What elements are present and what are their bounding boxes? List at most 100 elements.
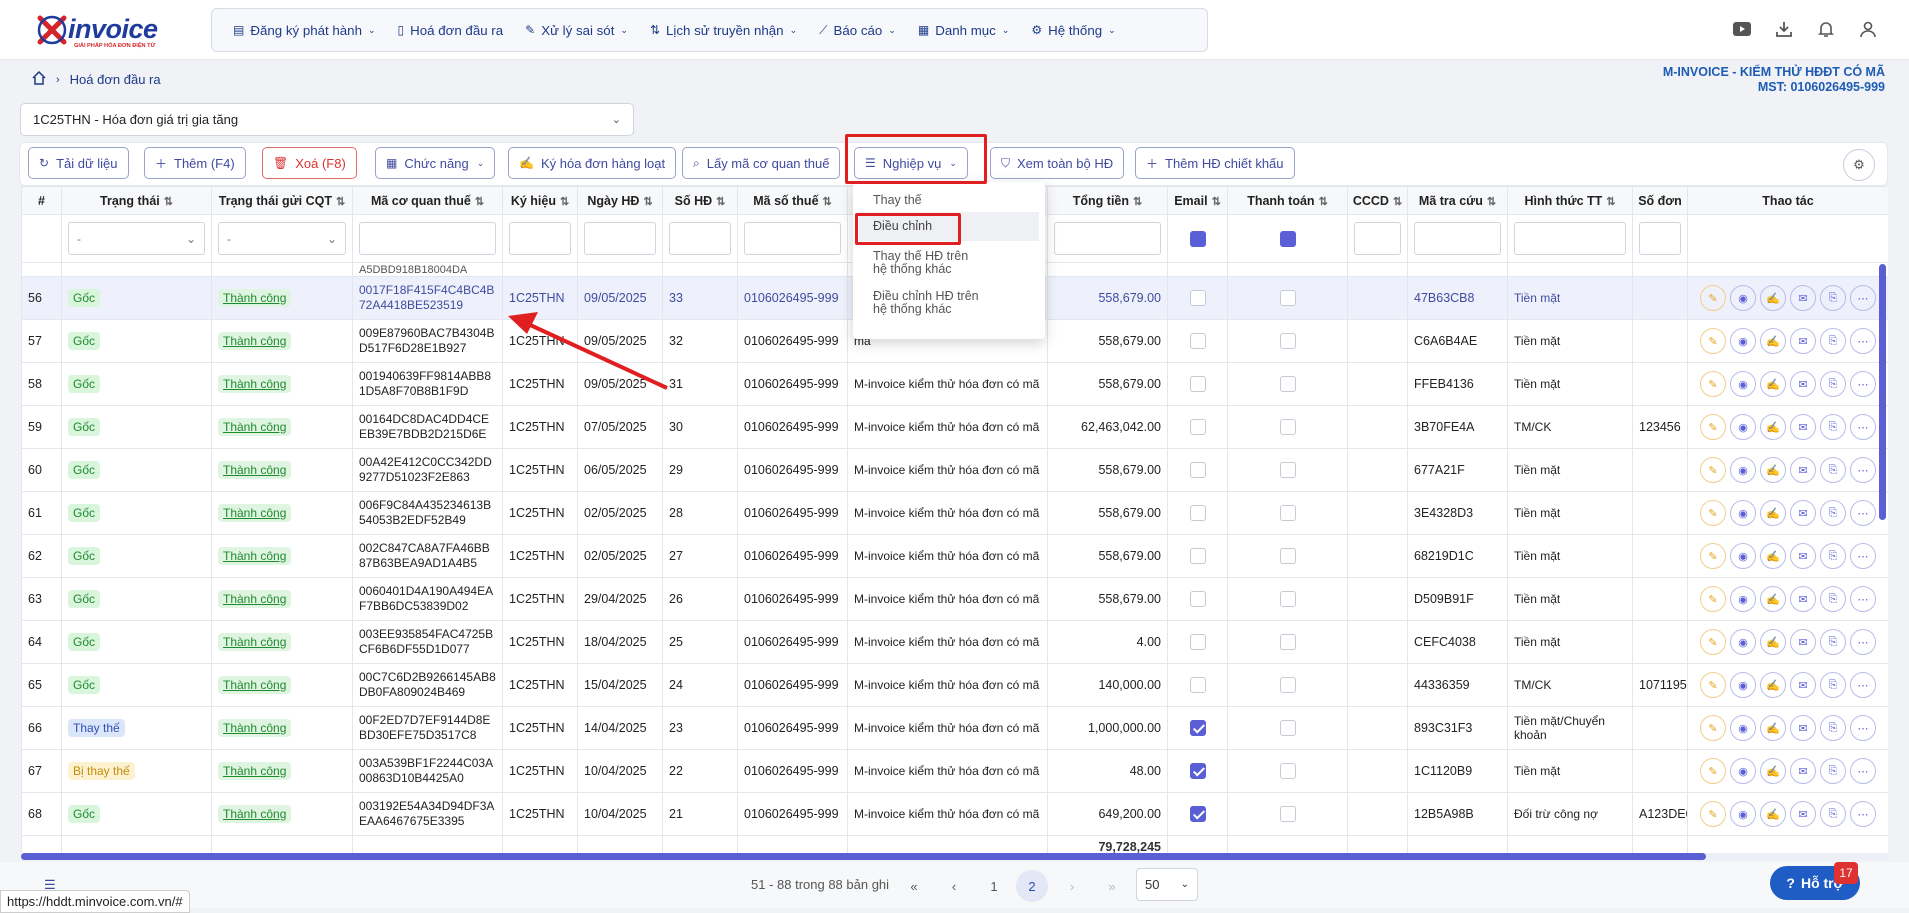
cqt-status-badge[interactable]: Thành công xyxy=(218,590,292,608)
copy-icon[interactable]: ⎘ xyxy=(1820,328,1846,354)
sign-icon[interactable]: ✍ xyxy=(1760,715,1786,741)
edit-icon[interactable]: ✎ xyxy=(1700,715,1726,741)
tax-code-filter-input[interactable] xyxy=(359,222,496,255)
table-row[interactable]: 68 Gốc Thành công 003192E54A34D94DF3AEAA646… xyxy=(21,792,1888,836)
payment-checkbox[interactable] xyxy=(1279,376,1296,392)
payment-checkbox[interactable] xyxy=(1279,591,1296,607)
menu-item-adjust[interactable]: Điều chỉnh xyxy=(859,212,1039,241)
more-icon[interactable]: ⋯ xyxy=(1850,715,1876,741)
view-icon[interactable]: ◉ xyxy=(1730,586,1756,612)
column-header-tax-authority-code[interactable]: Mã cơ quan thuế ⇅ xyxy=(352,186,503,215)
sign-icon[interactable]: ✍ xyxy=(1760,500,1786,526)
sign-icon[interactable]: ✍ xyxy=(1760,801,1786,827)
breadcrumb-current[interactable]: Hoá đơn đầu ra xyxy=(70,72,161,87)
view-icon[interactable]: ◉ xyxy=(1730,715,1756,741)
sign-icon[interactable]: ✍ xyxy=(1760,758,1786,784)
cqt-status-badge[interactable]: Thành công xyxy=(218,719,292,737)
sign-icon[interactable]: ✍ xyxy=(1760,629,1786,655)
youtube-icon[interactable] xyxy=(1731,18,1753,40)
column-header-total[interactable]: Tổng tiền ⇅ xyxy=(1047,186,1168,215)
payment-checkbox[interactable] xyxy=(1279,505,1296,521)
mail-icon[interactable]: ✉ xyxy=(1790,457,1816,483)
more-icon[interactable]: ⋯ xyxy=(1850,672,1876,698)
column-header-cqt-status[interactable]: Trạng thái gửi CQT ⇅ xyxy=(211,186,353,215)
cqt-status-badge[interactable]: Thành công xyxy=(218,289,292,307)
more-icon[interactable]: ⋯ xyxy=(1850,629,1876,655)
more-icon[interactable]: ⋯ xyxy=(1850,457,1876,483)
column-header-lookup-code[interactable]: Mã tra cứu ⇅ xyxy=(1407,186,1508,215)
cqt-status-badge[interactable]: Thành công xyxy=(218,461,292,479)
column-header-tax-id[interactable]: Mã số thuế ⇅ xyxy=(737,186,848,215)
edit-icon[interactable]: ✎ xyxy=(1700,801,1726,827)
edit-icon[interactable]: ✎ xyxy=(1700,672,1726,698)
bell-icon[interactable] xyxy=(1815,18,1837,40)
view-icon[interactable]: ◉ xyxy=(1730,758,1756,784)
payment-filter-checkbox[interactable] xyxy=(1279,230,1296,247)
cqt-status-badge[interactable]: Thành công xyxy=(218,547,292,565)
edit-icon[interactable]: ✎ xyxy=(1700,457,1726,483)
column-header-symbol[interactable]: Ký hiệu ⇅ xyxy=(502,186,578,215)
cqt-status-badge[interactable]: Thành công xyxy=(218,375,292,393)
date-filter-input[interactable] xyxy=(584,222,656,255)
invoice-series-select[interactable]: 1C25THN - Hóa đơn giá trị gia tăng ⌄ xyxy=(20,103,634,136)
mail-icon[interactable]: ✉ xyxy=(1790,328,1816,354)
copy-icon[interactable]: ⎘ xyxy=(1820,414,1846,440)
email-checkbox[interactable] xyxy=(1189,419,1206,435)
payment-checkbox[interactable] xyxy=(1279,634,1296,650)
copy-icon[interactable]: ⎘ xyxy=(1820,586,1846,612)
nav-item-system[interactable]: ⚙ Hệ thống ⌄ xyxy=(1020,15,1126,45)
operations-button[interactable]: ☰ Nghiệp vụ ⌄ xyxy=(854,147,968,179)
copy-icon[interactable]: ⎘ xyxy=(1820,457,1846,483)
table-row[interactable]: 67 Bị thay thế Thành công 003A539BF1F2244C0… xyxy=(21,749,1888,793)
copy-icon[interactable]: ⎘ xyxy=(1820,629,1846,655)
view-icon[interactable]: ◉ xyxy=(1730,371,1756,397)
nav-item-output-invoices[interactable]: ▯ Hoá đơn đầu ra xyxy=(387,15,515,45)
email-checkbox[interactable] xyxy=(1189,634,1206,650)
mail-icon[interactable]: ✉ xyxy=(1790,715,1816,741)
nav-item-transfer-history[interactable]: ⇅ Lịch sử truyền nhận ⌄ xyxy=(639,15,808,45)
nav-item-catalog[interactable]: ▦ Danh mục ⌄ xyxy=(907,15,1021,45)
table-row[interactable]: 61 Gốc Thành công 006F9C84A435234613B54053B… xyxy=(21,491,1888,535)
copy-icon[interactable]: ⎘ xyxy=(1820,371,1846,397)
home-icon[interactable] xyxy=(32,70,46,88)
more-icon[interactable]: ⋯ xyxy=(1850,543,1876,569)
mail-icon[interactable]: ✉ xyxy=(1790,758,1816,784)
edit-icon[interactable]: ✎ xyxy=(1700,586,1726,612)
table-row[interactable]: 64 Gốc Thành công 003EE935854FAC4725BCF6B6D… xyxy=(21,620,1888,664)
edit-icon[interactable]: ✎ xyxy=(1700,543,1726,569)
more-icon[interactable]: ⋯ xyxy=(1850,586,1876,612)
page-button-current[interactable]: 2 xyxy=(1016,870,1048,902)
more-icon[interactable]: ⋯ xyxy=(1850,414,1876,440)
cqt-status-filter-select[interactable]: - ⌄ xyxy=(218,222,346,255)
menu-item-adjust-external[interactable]: Điều chỉnh HĐ trên hệ thống khác xyxy=(853,290,1003,316)
page-button[interactable]: 1 xyxy=(978,870,1010,902)
more-icon[interactable]: ⋯ xyxy=(1850,285,1876,311)
cccd-filter-input[interactable] xyxy=(1354,222,1401,255)
email-checkbox[interactable] xyxy=(1189,763,1206,779)
get-tax-code-button[interactable]: ⌕ Lấy mã cơ quan thuế xyxy=(682,147,841,179)
edit-icon[interactable]: ✎ xyxy=(1700,285,1726,311)
column-header-payment[interactable]: Thanh toán ⇅ xyxy=(1227,186,1348,215)
payment-checkbox[interactable] xyxy=(1279,763,1296,779)
status-filter-select[interactable]: - ⌄ xyxy=(68,222,205,255)
more-icon[interactable]: ⋯ xyxy=(1850,801,1876,827)
table-row[interactable]: 58 Gốc Thành công 001940639FF9814ABB81D5A8F… xyxy=(21,362,1888,406)
batch-sign-button[interactable]: ✍ Ký hóa đơn hàng loạt xyxy=(508,147,677,179)
mail-icon[interactable]: ✉ xyxy=(1790,500,1816,526)
number-filter-input[interactable] xyxy=(669,222,731,255)
view-icon[interactable]: ◉ xyxy=(1730,672,1756,698)
view-icon[interactable]: ◉ xyxy=(1730,500,1756,526)
sign-icon[interactable]: ✍ xyxy=(1760,328,1786,354)
column-header-order-number[interactable]: Số đơn xyxy=(1632,186,1688,215)
payment-checkbox[interactable] xyxy=(1279,462,1296,478)
sign-icon[interactable]: ✍ xyxy=(1760,543,1786,569)
mail-icon[interactable]: ✉ xyxy=(1790,543,1816,569)
edit-icon[interactable]: ✎ xyxy=(1700,500,1726,526)
horizontal-scrollbar[interactable] xyxy=(21,853,1888,860)
copy-icon[interactable]: ⎘ xyxy=(1820,285,1846,311)
table-settings-button[interactable]: ⚙ xyxy=(1843,149,1875,181)
copy-icon[interactable]: ⎘ xyxy=(1820,758,1846,784)
edit-icon[interactable]: ✎ xyxy=(1700,328,1726,354)
horizontal-scrollbar-thumb[interactable] xyxy=(21,853,1706,860)
more-icon[interactable]: ⋯ xyxy=(1850,328,1876,354)
